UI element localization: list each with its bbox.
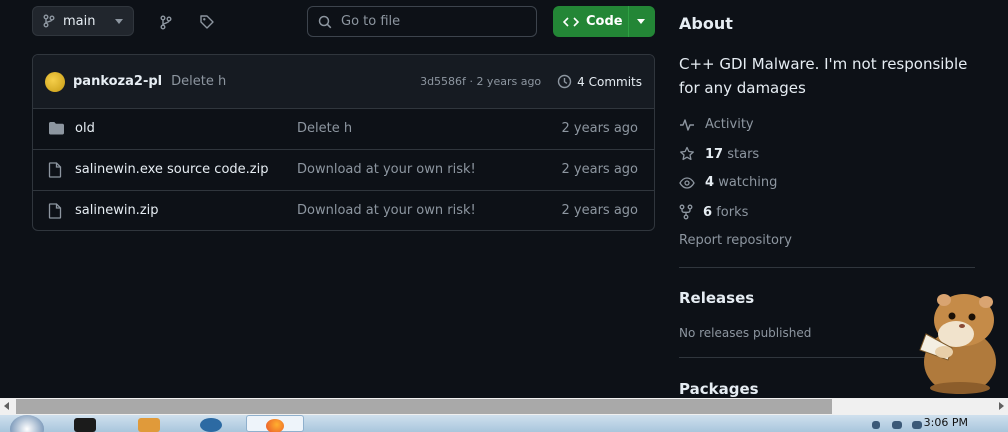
commit-sep: · [469,75,473,88]
horizontal-scrollbar[interactable] [0,398,1008,415]
file-commit-message[interactable]: Delete h [297,121,352,136]
no-releases-text: No releases published [679,326,812,340]
file-name[interactable]: old [75,121,95,136]
file-name[interactable]: salinewin.exe source code.zip [75,162,268,177]
eye-icon [679,176,695,189]
watching-count: 4 [705,175,715,190]
tag-icon [199,14,215,30]
file-row[interactable]: salinewin.exe source code.zip Download a… [33,150,654,191]
file-commit-message[interactable]: Download at your own risk! [297,203,476,218]
tray-icon[interactable] [872,421,880,429]
packages-heading[interactable]: Packages [679,380,759,398]
chevron-down-icon [115,18,123,24]
app-icon[interactable] [74,418,96,432]
folder-app-icon[interactable] [138,418,160,432]
code-icon [563,16,579,28]
stars-label: stars [727,146,760,162]
scrollbar-thumb[interactable] [16,399,832,414]
start-orb-icon[interactable] [10,415,44,432]
file-age: 2 years ago [561,121,638,136]
firefox-taskbar-button[interactable] [246,415,304,432]
file-age: 2 years ago [561,162,638,177]
fork-icon [679,204,693,220]
file-icon [48,162,62,178]
forks-link[interactable]: 6 forks [679,204,748,220]
commit-age: 2 years ago [476,75,542,88]
tags-button[interactable] [192,7,222,37]
branch-icon [43,14,55,28]
scroll-right-icon[interactable] [999,402,1004,410]
code-button[interactable]: Code [553,6,655,37]
file-age: 2 years ago [561,203,638,218]
hamster-sticker [908,290,1004,396]
file-name[interactable]: salinewin.zip [75,203,159,218]
file-icon [48,203,62,219]
browser-icon[interactable] [200,418,222,432]
activity-link[interactable]: Activity [679,117,754,132]
commit-hash[interactable]: 3d5586f [420,75,466,88]
about-heading: About [679,14,733,33]
clock[interactable]: 3:06 PM [924,416,968,429]
file-commit-message[interactable]: Download at your own risk! [297,162,476,177]
network-icon[interactable] [892,421,902,429]
forks-count: 6 [703,204,713,220]
pulse-icon [679,118,695,132]
commits-count: 4 Commits [577,74,642,89]
commit-message[interactable]: Delete h [171,74,226,89]
history-icon [557,74,572,89]
button-divider [628,6,629,37]
branch-name: main [63,13,96,29]
folder-icon [48,121,64,135]
releases-heading[interactable]: Releases [679,289,754,307]
report-repository-link[interactable]: Report repository [679,233,792,248]
code-label: Code [586,14,623,29]
stars-count: 17 [705,146,724,162]
divider [679,267,975,268]
branches-icon [160,15,172,30]
activity-label: Activity [705,117,754,132]
watchers-link[interactable]: 4 watching [679,175,777,190]
star-icon [679,146,695,162]
file-row[interactable]: old Delete h 2 years ago [33,109,654,150]
avatar[interactable] [45,71,65,92]
taskbar: 3:06 PM [0,415,1008,432]
search-icon [318,15,332,29]
branch-selector[interactable]: main [32,6,134,36]
go-to-file-search[interactable]: Go to file [307,6,537,37]
branches-button[interactable] [151,7,181,37]
commit-meta: 3d5586f · 2 years ago [420,75,541,88]
forks-label: forks [716,204,749,220]
chevron-down-icon [637,19,645,24]
volume-icon[interactable] [912,421,922,429]
repo-description: C++ GDI Malware. I'm not responsible for… [679,55,968,97]
scroll-left-icon[interactable] [4,402,9,410]
watching-label: watching [718,175,778,190]
file-table: pankoza2-pl Delete h 3d5586f · 2 years a… [32,54,655,231]
file-row[interactable]: salinewin.zip Download at your own risk!… [33,191,654,230]
stars-link[interactable]: 17 stars [679,146,759,162]
commits-link[interactable]: 4 Commits [557,74,642,89]
firefox-icon [266,419,284,432]
latest-commit-row: pankoza2-pl Delete h 3d5586f · 2 years a… [33,55,654,109]
commit-author[interactable]: pankoza2-pl [73,74,162,89]
search-placeholder: Go to file [341,14,401,29]
